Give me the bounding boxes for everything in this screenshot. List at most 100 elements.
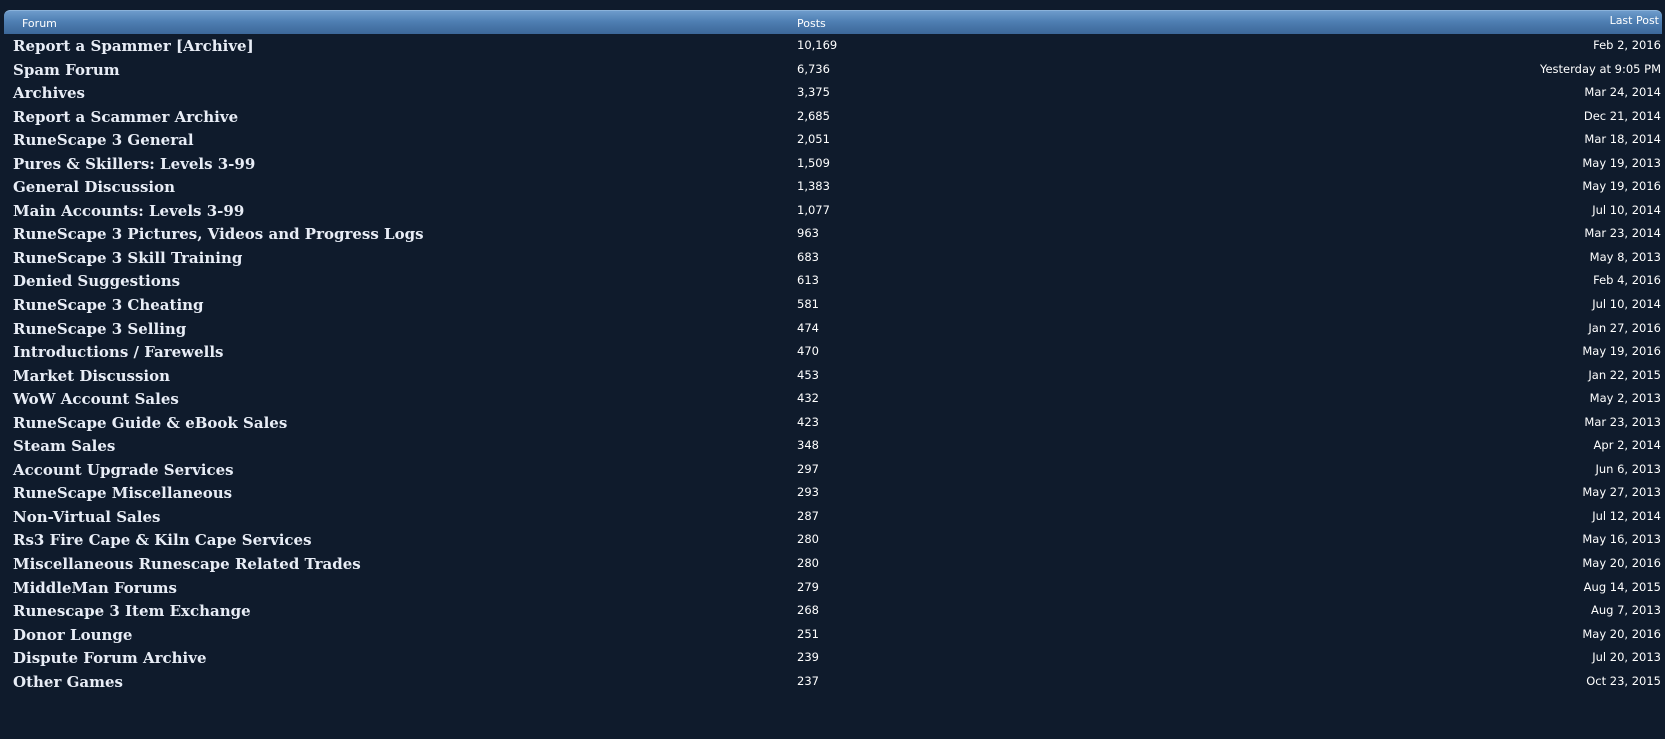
last-post-date[interactable]: Jul 12, 2014	[1592, 509, 1661, 523]
forum-link[interactable]: RuneScape 3 Cheating	[13, 296, 204, 314]
table-row: RuneScape 3 Skill Training 683 May 8, 2013	[0, 247, 1665, 271]
last-post-date[interactable]: May 20, 2016	[1582, 556, 1661, 570]
forum-link[interactable]: Non-Virtual Sales	[13, 508, 160, 526]
post-count: 280	[797, 532, 819, 547]
last-post-date[interactable]: Yesterday at 9:05 PM	[1540, 62, 1661, 76]
last-post-date[interactable]: May 8, 2013	[1590, 250, 1661, 264]
last-post-date[interactable]: May 19, 2013	[1582, 156, 1661, 170]
last-post-date[interactable]: Mar 18, 2014	[1584, 132, 1661, 146]
forum-link[interactable]: Main Accounts: Levels 3-99	[13, 202, 244, 220]
last-post-date[interactable]: Aug 7, 2013	[1591, 603, 1661, 617]
table-row: Main Accounts: Levels 3-99 1,077 Jul 10, 2…	[0, 200, 1665, 224]
forum-link[interactable]: RuneScape 3 General	[13, 131, 194, 149]
post-count: 6,736	[797, 61, 830, 76]
forum-link[interactable]: Introductions / Farewells	[13, 343, 223, 361]
last-post-date[interactable]: Mar 23, 2014	[1584, 226, 1661, 240]
table-row: RuneScape Guide & eBook Sales 423 Mar 23, …	[0, 412, 1665, 436]
forum-link[interactable]: Market Discussion	[13, 367, 170, 385]
table-row: RuneScape Miscellaneous 293 May 27, 2013	[0, 482, 1665, 506]
forum-link[interactable]: RuneScape 3 Pictures, Videos and Progres…	[13, 225, 424, 243]
forum-link[interactable]: Miscellaneous Runescape Related Trades	[13, 555, 361, 573]
post-count: 2,685	[797, 108, 830, 123]
table-row: Steam Sales 348 Apr 2, 2014	[0, 435, 1665, 459]
table-row: Pures & Skillers: Levels 3-99 1,509 May 19…	[0, 153, 1665, 177]
post-count: 239	[797, 650, 819, 665]
last-post-date[interactable]: Jul 10, 2014	[1592, 203, 1661, 217]
post-count: 1,077	[797, 202, 830, 217]
table-row: RuneScape 3 General 2,051 Mar 18, 2014	[0, 129, 1665, 153]
last-post-date[interactable]: Jan 22, 2015	[1588, 368, 1661, 382]
forum-link[interactable]: Runescape 3 Item Exchange	[13, 602, 251, 620]
table-row: Non-Virtual Sales 287 Jul 12, 2014	[0, 506, 1665, 530]
forum-link[interactable]: Pures & Skillers: Levels 3-99	[13, 155, 255, 173]
last-post-date[interactable]: Feb 4, 2016	[1593, 273, 1661, 287]
forum-link[interactable]: Denied Suggestions	[13, 272, 180, 290]
forum-link[interactable]: MiddleMan Forums	[13, 579, 177, 597]
forum-link[interactable]: RuneScape 3 Skill Training	[13, 249, 242, 267]
forum-list: Report a Spammer [Archive] 10,169 Feb 2, 2…	[0, 35, 1665, 694]
post-count: 287	[797, 508, 819, 523]
forum-link[interactable]: Report a Scammer Archive	[13, 108, 238, 126]
table-row: Market Discussion 453 Jan 22, 2015	[0, 365, 1665, 389]
last-post-date[interactable]: Jan 27, 2016	[1588, 321, 1661, 335]
post-count: 10,169	[797, 38, 838, 52]
forum-link[interactable]: Steam Sales	[13, 437, 115, 455]
table-row: Introductions / Farewells 470 May 19, 2016	[0, 341, 1665, 365]
forum-link[interactable]: General Discussion	[13, 178, 175, 196]
post-count: 279	[797, 579, 819, 594]
forum-link[interactable]: Donor Lounge	[13, 626, 132, 644]
post-count: 348	[797, 438, 819, 453]
table-row: Report a Scammer Archive 2,685 Dec 21, 201…	[0, 106, 1665, 130]
table-row: Report a Spammer [Archive] 10,169 Feb 2, 2…	[0, 35, 1665, 59]
forum-link[interactable]: Dispute Forum Archive	[13, 649, 207, 667]
last-post-date[interactable]: May 27, 2013	[1582, 485, 1661, 499]
post-count: 470	[797, 344, 819, 359]
column-header-last-post[interactable]: Last Post	[1610, 14, 1659, 27]
last-post-date[interactable]: Mar 24, 2014	[1584, 85, 1661, 99]
forum-link[interactable]: Rs3 Fire Cape & Kiln Cape Services	[13, 531, 312, 549]
last-post-date[interactable]: Jun 6, 2013	[1595, 462, 1661, 476]
top-bar	[0, 0, 1665, 9]
last-post-date[interactable]: Mar 23, 2013	[1584, 415, 1661, 429]
table-row: Denied Suggestions 613 Feb 4, 2016	[0, 270, 1665, 294]
post-count: 1,383	[797, 179, 830, 194]
post-count: 1,509	[797, 155, 830, 170]
table-row: Miscellaneous Runescape Related Trades 28…	[0, 553, 1665, 577]
last-post-date[interactable]: May 19, 2016	[1582, 344, 1661, 358]
forum-link[interactable]: Archives	[13, 84, 85, 102]
table-row: WoW Account Sales 432 May 2, 2013	[0, 388, 1665, 412]
last-post-date[interactable]: Oct 23, 2015	[1586, 674, 1661, 688]
forum-link[interactable]: WoW Account Sales	[13, 390, 179, 408]
last-post-date[interactable]: Jul 20, 2013	[1592, 650, 1661, 664]
forum-link[interactable]: RuneScape 3 Selling	[13, 320, 186, 338]
column-header-posts[interactable]: Posts	[797, 17, 826, 30]
forum-link[interactable]: Other Games	[13, 673, 123, 691]
table-row: RuneScape 3 Cheating 581 Jul 10, 2014	[0, 294, 1665, 318]
last-post-date[interactable]: Dec 21, 2014	[1584, 109, 1661, 123]
table-row: Dispute Forum Archive 239 Jul 20, 2013	[0, 647, 1665, 671]
forum-link[interactable]: Account Upgrade Services	[13, 461, 234, 479]
post-count: 581	[797, 297, 819, 312]
last-post-date[interactable]: May 19, 2016	[1582, 179, 1661, 193]
column-header-forum[interactable]: Forum	[22, 17, 57, 30]
last-post-date[interactable]: May 16, 2013	[1582, 532, 1661, 546]
last-post-date[interactable]: May 2, 2013	[1590, 391, 1661, 405]
last-post-date[interactable]: Aug 14, 2015	[1584, 580, 1661, 594]
table-row: Runescape 3 Item Exchange 268 Aug 7, 2013	[0, 600, 1665, 624]
forum-link[interactable]: Report a Spammer [Archive]	[13, 37, 254, 55]
last-post-date[interactable]: Feb 2, 2016	[1593, 38, 1661, 52]
last-post-date[interactable]: Jul 10, 2014	[1592, 297, 1661, 311]
table-row: Spam Forum 6,736 Yesterday at 9:05 PM	[0, 59, 1665, 83]
forum-link[interactable]: Spam Forum	[13, 61, 120, 79]
post-count: 237	[797, 673, 819, 688]
post-count: 280	[797, 556, 819, 571]
forum-link[interactable]: RuneScape Miscellaneous	[13, 484, 232, 502]
post-count: 453	[797, 367, 819, 382]
post-count: 423	[797, 414, 819, 429]
last-post-date[interactable]: May 20, 2016	[1582, 627, 1661, 641]
post-count: 613	[797, 273, 819, 288]
forum-link[interactable]: RuneScape Guide & eBook Sales	[13, 414, 287, 432]
last-post-date[interactable]: Apr 2, 2014	[1594, 438, 1661, 452]
table-header: Forum Posts Last Post	[4, 10, 1662, 34]
post-count: 2,051	[797, 132, 830, 147]
